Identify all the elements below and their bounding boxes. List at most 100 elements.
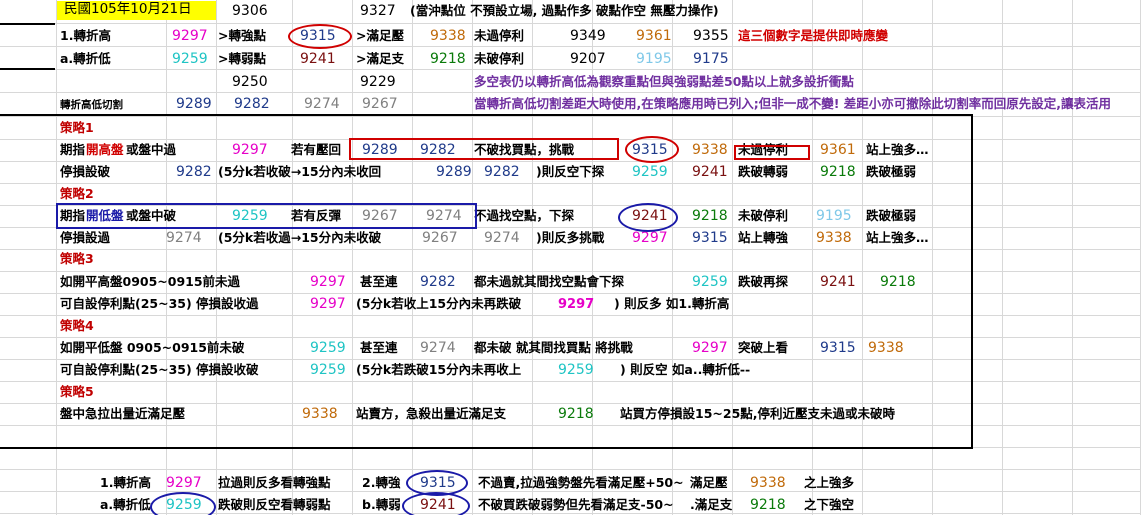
row3-num-1: 9250 bbox=[232, 74, 268, 90]
s3b-v1: 9297 bbox=[310, 296, 346, 312]
s3b-t1: 可自設停利點(25~35) 停損設收過 bbox=[60, 296, 259, 311]
s1b-v1: 9282 bbox=[176, 164, 212, 180]
row3-note: 多空表仍以轉折高低為觀察重點但與強弱點差50點以上就多設折衝點 bbox=[474, 74, 854, 89]
s5a-v2: 9218 bbox=[558, 406, 594, 422]
s4a-t3: 都未破 就其間找買點 將挑戰 bbox=[474, 340, 633, 355]
row4-note: 當轉折高低切割差距大時使用,在策略應用時已列入;但非一成不變! 差距小亦可撤除此… bbox=[474, 96, 1112, 111]
grid-row-line bbox=[0, 469, 1141, 470]
s2b-t2: (5分k若收過→15分內未收破 bbox=[218, 230, 382, 245]
sum1-t2: 2.轉強 bbox=[362, 475, 401, 490]
s5a-t2: 站賣方，急殺出量近滿足支 bbox=[356, 406, 507, 421]
s4a-t1: 如開平低盤 0905~0915前未破 bbox=[60, 340, 245, 355]
s2b-v1: 9274 bbox=[166, 230, 202, 246]
s5a-t3: 站買方停損設15~25點,停利近壓支未過或未破時 bbox=[620, 406, 896, 421]
s1b-v6: 9218 bbox=[820, 164, 856, 180]
target-support-label: >滿足支 bbox=[356, 51, 404, 66]
s4a-v1: 9259 bbox=[310, 340, 346, 356]
turn-split-label: 轉折高低切割 bbox=[60, 99, 123, 111]
s2b-v2: 9267 bbox=[422, 230, 458, 246]
s2a-v5: 9218 bbox=[692, 208, 728, 224]
strong-point-label: >轉強點 bbox=[218, 28, 266, 43]
s3a-v2: 9282 bbox=[420, 274, 456, 290]
s3b-t2: (5分k若收上15分內未再跌破 bbox=[356, 296, 522, 311]
red-rectangle-take-profit bbox=[734, 145, 810, 160]
s4b-t2: (5分k若跌破15分內未再收上 bbox=[356, 362, 522, 377]
stop-profit-label: 未破停利 bbox=[474, 51, 525, 66]
s3a-v5: 9218 bbox=[880, 274, 916, 290]
grid-row-line bbox=[0, 46, 1141, 47]
s4a-v5: 9338 bbox=[868, 340, 904, 356]
s1a-prefix: 期指 bbox=[60, 142, 86, 157]
s1b-v5: 9241 bbox=[692, 164, 728, 180]
row3-num-2: 9229 bbox=[360, 74, 396, 90]
s1a-v5: 9338 bbox=[692, 142, 728, 158]
row1-num-5: 9361 bbox=[636, 28, 672, 44]
grid-col-line bbox=[1072, 0, 1073, 515]
sum2-t2: b.轉弱 bbox=[362, 497, 401, 512]
header-note: (當沖點位 不預設立場, 過點作多 破點作空 無壓力操作) bbox=[410, 3, 719, 18]
sum2-t5: 之下強空 bbox=[804, 497, 855, 512]
header-num-1: 9306 bbox=[232, 3, 268, 19]
strategy-3-title: 策略3 bbox=[60, 251, 94, 266]
s2a-v6: 9195 bbox=[816, 208, 852, 224]
sum2-v3: 9218 bbox=[750, 497, 786, 513]
sum2-t3: 不破買跌破弱勢但先看滿足支-50~ bbox=[478, 497, 674, 512]
grid-row-line bbox=[0, 23, 1141, 24]
s2a-t4: 跌破極弱 bbox=[866, 208, 917, 223]
sum2-t1: 跌破則反空看轉弱點 bbox=[218, 497, 331, 512]
s1b-v4: 9259 bbox=[632, 164, 668, 180]
sum1-t5: 之上強多 bbox=[804, 475, 855, 490]
red-rectangle-strategy1 bbox=[349, 138, 619, 160]
date-label: 民國105年10月21日 bbox=[64, 1, 192, 17]
sum1-t1: 拉過則反多看轉強點 bbox=[218, 475, 331, 490]
s2b-t1: 停損設過 bbox=[60, 230, 111, 245]
s2b-v6: 9338 bbox=[816, 230, 852, 246]
strategy-1-title: 策略1 bbox=[60, 120, 94, 135]
row-separator bbox=[0, 68, 55, 70]
sum1-label: 1.轉折高 bbox=[100, 475, 151, 490]
sum2-label: a.轉折低 bbox=[100, 497, 151, 512]
grid-row-line bbox=[0, 92, 1141, 93]
s2b-t5: 站上強多… bbox=[866, 230, 929, 245]
weak-point-label: >轉弱點 bbox=[218, 51, 266, 66]
split-value-1: 9289 bbox=[176, 96, 212, 112]
s1b-v3: 9282 bbox=[484, 164, 520, 180]
row1-num-6: 9355 bbox=[693, 28, 729, 44]
s4a-v3: 9297 bbox=[692, 340, 728, 356]
s3a-t1: 如開平高盤0905~0915前未過 bbox=[60, 274, 241, 289]
blue-circle-9259-summary bbox=[150, 492, 216, 515]
s3a-t4: 跌破再探 bbox=[738, 274, 789, 289]
turn-low-label: a.轉折低 bbox=[60, 51, 111, 66]
row2-num-4: 9207 bbox=[570, 51, 606, 67]
row1-note: 這三個數字是提供即時應變 bbox=[738, 28, 889, 43]
s3a-v3: 9259 bbox=[692, 274, 728, 290]
strategy-5-title: 策略5 bbox=[60, 384, 94, 399]
s2b-v3: 9274 bbox=[484, 230, 520, 246]
sum1-t3: 不過賣,拉過強勢盤先看滿足壓+50~ bbox=[478, 475, 684, 490]
s1a-v1: 9297 bbox=[232, 142, 268, 158]
s1a-v6: 9361 bbox=[820, 142, 856, 158]
s1b-t1: 停損設破 bbox=[60, 164, 111, 179]
s4b-t1: 可自設停利點(25~35) 停損設收破 bbox=[60, 362, 259, 377]
s5a-t1: 盤中急拉出量近滿足壓 bbox=[60, 406, 186, 421]
s4b-v2: 9259 bbox=[558, 362, 594, 378]
s4b-v1: 9259 bbox=[310, 362, 346, 378]
s1b-v2: 9289 bbox=[436, 164, 472, 180]
take-profit-label: 未過停利 bbox=[474, 28, 525, 43]
s3a-t2: 甚至連 bbox=[360, 274, 398, 289]
blue-circle-9241-summary bbox=[402, 492, 470, 515]
blue-rectangle-strategy2 bbox=[56, 203, 477, 229]
split-value-2: 9282 bbox=[234, 96, 270, 112]
split-value-3: 9274 bbox=[304, 96, 340, 112]
s3a-v1: 9297 bbox=[310, 274, 346, 290]
row2-num-6: 9175 bbox=[693, 51, 729, 67]
row1-num-4: 9349 bbox=[570, 28, 606, 44]
s3b-t3: ) 則反多 如1.轉折高 bbox=[614, 296, 730, 311]
sum2-t4: .滿足支 bbox=[690, 497, 733, 512]
s2b-t4: 站上轉強 bbox=[738, 230, 789, 245]
s1a-t1: 若有壓回 bbox=[291, 142, 342, 157]
s2a-t2: 不過找空點，下探 bbox=[474, 208, 575, 223]
s1b-t5: 跌破極弱 bbox=[866, 164, 917, 179]
s2a-t3: 未破停利 bbox=[738, 208, 789, 223]
split-value-4: 9267 bbox=[362, 96, 398, 112]
